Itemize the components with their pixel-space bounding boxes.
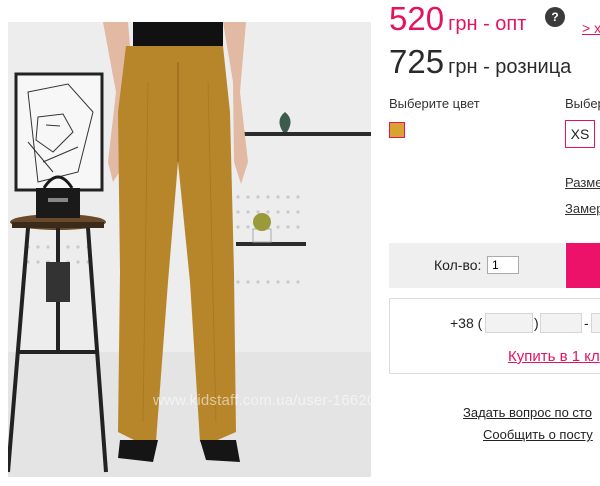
watermark-text: www.kidstaff.com.ua/user-1662063.html bbox=[153, 392, 371, 409]
top-right-link[interactable]: > х bbox=[582, 20, 600, 36]
color-swatch[interactable] bbox=[389, 122, 405, 138]
wholesale-price-unit: грн - опт bbox=[448, 13, 527, 35]
color-label: Выберите цвет bbox=[389, 96, 480, 111]
notify-arrival-link[interactable]: Сообщить о посту bbox=[483, 427, 593, 442]
wholesale-price-value: 520 bbox=[389, 0, 445, 37]
retail-price-value: 725 bbox=[389, 43, 445, 80]
one-click-buy-link[interactable]: Купить в 1 кл bbox=[508, 348, 600, 365]
ask-question-link[interactable]: Задать вопрос по сто bbox=[463, 405, 592, 420]
help-icon[interactable]: ? bbox=[545, 7, 565, 27]
phone-dash: - bbox=[584, 315, 589, 331]
retail-price: 725 грн - розница bbox=[389, 43, 571, 81]
measurements-link[interactable]: Замер bbox=[565, 201, 600, 216]
quantity-label: Кол-во: bbox=[434, 257, 482, 273]
size-chart-link[interactable]: Разме bbox=[565, 175, 600, 190]
phone-prefix: +38 ( bbox=[450, 315, 483, 331]
retail-price-unit: грн - розница bbox=[448, 56, 572, 78]
phone-code-close: ) bbox=[534, 315, 539, 331]
quantity-input[interactable] bbox=[487, 256, 519, 274]
size-label: Выбер bbox=[565, 96, 600, 111]
phone-number-input-1[interactable] bbox=[540, 313, 582, 333]
phone-code-input[interactable] bbox=[485, 313, 533, 333]
buy-button[interactable] bbox=[566, 243, 600, 288]
phone-number-input-2[interactable] bbox=[591, 313, 600, 333]
wholesale-price: 520 грн - опт bbox=[389, 0, 526, 38]
size-option-xs[interactable]: XS bbox=[565, 120, 595, 148]
product-photo[interactable]: www.kidstaff.com.ua/user-1662063.html bbox=[8, 22, 371, 477]
